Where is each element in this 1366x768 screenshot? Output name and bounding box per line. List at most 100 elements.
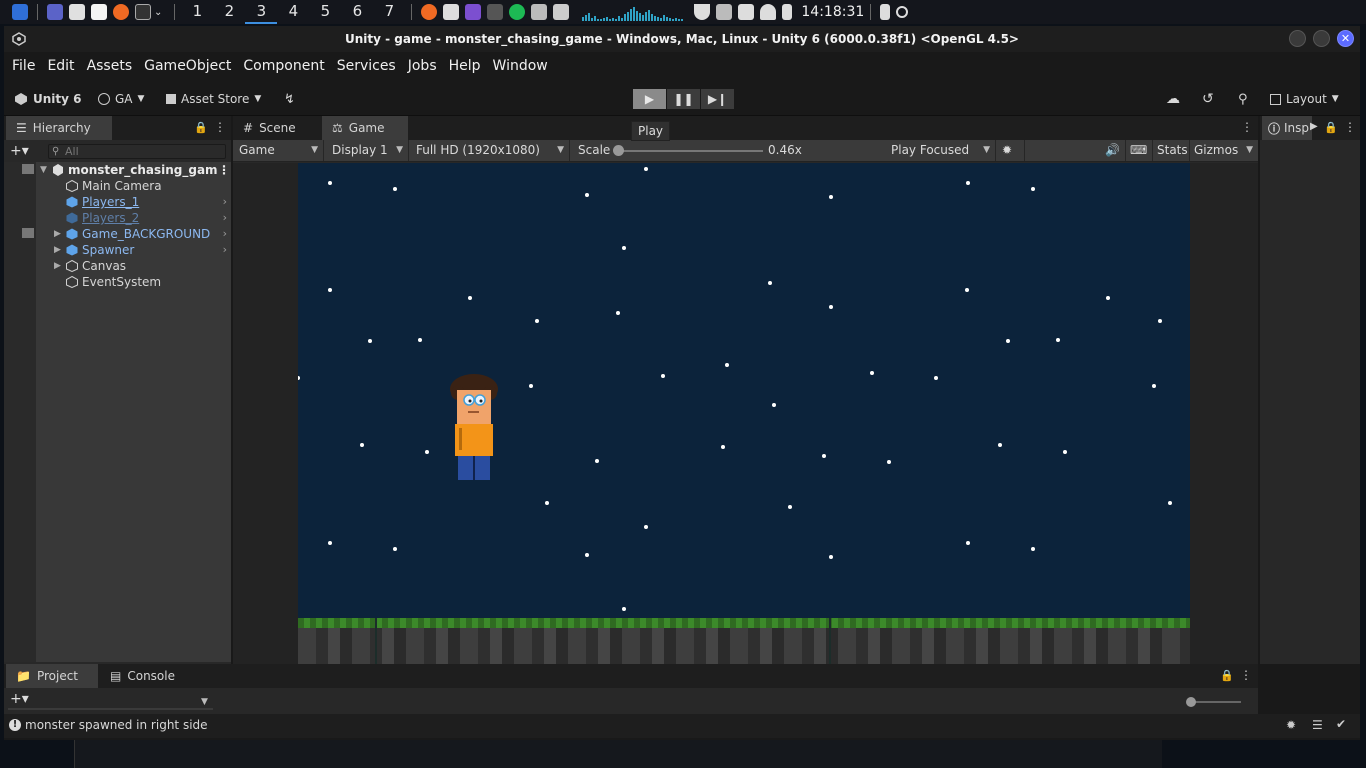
tab-project[interactable]: 📁 Project (6, 664, 98, 688)
kebab-menu-icon[interactable]: ⋮ (1344, 120, 1356, 134)
kebab-menu-icon[interactable]: ⋮ (214, 120, 226, 134)
hierarchy-row[interactable]: ▶ Spawner › (36, 242, 231, 258)
unity-hub-icon[interactable] (531, 4, 548, 20)
unity-account-button[interactable]: Unity 6 (14, 88, 82, 110)
menu-window[interactable]: Window (487, 58, 554, 74)
scale-slider-handle[interactable] (613, 145, 624, 156)
desktop-icon[interactable] (47, 4, 63, 20)
wifi-icon[interactable] (694, 4, 711, 20)
clock[interactable]: 14:18:31 (801, 4, 864, 20)
menu-help[interactable]: Help (443, 58, 487, 74)
kebab-menu-icon[interactable]: ⋮ (1241, 120, 1253, 134)
expand-arrow-icon[interactable]: ▶ (54, 242, 61, 258)
obsidian-icon[interactable] (465, 4, 482, 20)
chevron-down-icon[interactable]: ▼ (201, 697, 208, 707)
menu-edit[interactable]: Edit (41, 58, 80, 74)
open-prefab-icon[interactable]: › (223, 242, 227, 258)
scale-slider-track[interactable] (618, 150, 763, 152)
visibility-hidden-icon[interactable] (22, 228, 34, 238)
document-icon[interactable] (91, 4, 107, 20)
workspace-7[interactable]: 7 (373, 0, 405, 24)
menu-jobs[interactable]: Jobs (402, 58, 443, 74)
maximize-button[interactable] (1313, 30, 1330, 47)
workspace-6[interactable]: 6 (341, 0, 373, 24)
chevron-down-icon[interactable]: ⌄ (154, 7, 162, 18)
scene-root-row[interactable]: ▼ monster_chasing_gam ⋮ (36, 162, 231, 178)
pdf-icon[interactable] (443, 4, 460, 20)
zoom-slider-track[interactable] (1189, 701, 1241, 703)
account-dropdown[interactable]: GA ▼ (98, 88, 144, 110)
unity-tray-icon[interactable] (716, 4, 733, 20)
cache-server-icon[interactable]: ☰ (1312, 718, 1323, 732)
window-titlebar[interactable]: Unity - game - monster_chasing_game - Wi… (4, 26, 1360, 52)
files-icon[interactable] (69, 4, 85, 20)
debug-toggle[interactable]: ✹ (999, 140, 1025, 161)
view-mode-dropdown[interactable]: Game ▼ (236, 140, 324, 161)
gizmos-dropdown[interactable]: Gizmos ▼ (1191, 140, 1258, 161)
game-render-area[interactable] (233, 163, 1258, 664)
volume-icon[interactable] (738, 4, 755, 20)
keyboard-shortcuts-toggle[interactable]: ⌨ (1127, 140, 1153, 161)
hierarchy-row[interactable]: Players_1 › (36, 194, 231, 210)
lock-icon[interactable] (880, 4, 891, 20)
notes-icon[interactable] (487, 4, 504, 20)
menu-assets[interactable]: Assets (81, 58, 139, 74)
terminal-icon[interactable] (135, 4, 151, 20)
hierarchy-row[interactable]: Main Camera (36, 178, 231, 194)
step-button[interactable]: ▶❙ (701, 89, 734, 109)
display-dropdown[interactable]: Display 1 ▼ (329, 140, 409, 161)
lock-icon[interactable]: 🔒 (1324, 121, 1338, 134)
expand-arrow-icon[interactable]: ▶ (54, 258, 61, 274)
launcher-icon[interactable] (12, 4, 28, 20)
vscode-icon[interactable] (553, 4, 570, 20)
layout-dropdown[interactable]: Layout ▼ (1270, 88, 1339, 110)
play-focus-dropdown[interactable]: Play Focused ▼ (888, 140, 996, 161)
menu-services[interactable]: Services (331, 58, 402, 74)
power-icon[interactable] (896, 6, 909, 18)
hierarchy-row[interactable]: Players_2 › (36, 210, 231, 226)
workspace-1[interactable]: 1 (181, 0, 213, 24)
workspace-2[interactable]: 2 (213, 0, 245, 24)
open-prefab-icon[interactable]: › (223, 194, 227, 210)
search-button[interactable]: ⚲ (1238, 88, 1248, 110)
history-button[interactable]: ↺ (1202, 88, 1214, 110)
menu-gameobject[interactable]: GameObject (138, 58, 237, 74)
resolution-dropdown[interactable]: Full HD (1920x1080) ▼ (413, 140, 570, 161)
cloud-button[interactable]: ☁ (1166, 88, 1180, 110)
pause-button[interactable]: ❚❚ (667, 89, 700, 109)
tab-hierarchy[interactable]: ☰ Hierarchy (6, 116, 112, 140)
debug-mode-icon[interactable]: ✹ (1286, 718, 1296, 732)
hierarchy-row[interactable]: EventSystem (36, 274, 231, 290)
status-message[interactable]: monster spawned in right side (25, 718, 208, 732)
hierarchy-row[interactable]: ▶ Canvas (36, 258, 231, 274)
play-button[interactable]: ▶ (633, 89, 666, 109)
game-viewport[interactable] (298, 163, 1190, 664)
hierarchy-row[interactable]: ▶ Game_BACKGROUND › (36, 226, 231, 242)
kebab-menu-icon[interactable]: ⋮ (1240, 668, 1252, 682)
asset-store-dropdown[interactable]: Asset Store ▼ (166, 88, 261, 110)
check-icon[interactable]: ✔ (1336, 717, 1346, 731)
minimize-button[interactable] (1289, 30, 1306, 47)
hierarchy-search-input[interactable]: ⚲ All (48, 144, 226, 159)
lock-icon[interactable]: 🔒 (1220, 669, 1234, 682)
expand-arrow-icon[interactable]: ▼ (40, 162, 47, 178)
workspace-3[interactable]: 3 (245, 0, 278, 24)
lock-icon[interactable]: 🔒 (194, 121, 208, 134)
kebab-menu-icon[interactable]: ⋮ (218, 162, 230, 178)
visibility-hidden-icon[interactable] (22, 164, 34, 174)
stats-button[interactable]: Stats (1154, 140, 1190, 161)
menu-component[interactable]: Component (237, 58, 330, 74)
bell-icon[interactable] (760, 4, 777, 20)
version-control-button[interactable]: ↯ (284, 88, 295, 110)
menu-file[interactable]: File (6, 58, 41, 74)
mute-audio-toggle[interactable]: 🔊 (1102, 140, 1126, 161)
close-button[interactable]: ✕ (1337, 30, 1354, 47)
firefox-icon[interactable] (421, 4, 438, 20)
open-prefab-icon[interactable]: › (223, 226, 227, 242)
tab-game[interactable]: ⚖ Game (322, 116, 408, 140)
open-prefab-icon[interactable]: › (223, 210, 227, 226)
tab-console[interactable]: ▤ Console (100, 664, 190, 688)
firefox-icon[interactable] (113, 4, 129, 20)
project-search-field[interactable] (8, 708, 213, 710)
create-asset-button[interactable]: +▾ (10, 691, 29, 707)
